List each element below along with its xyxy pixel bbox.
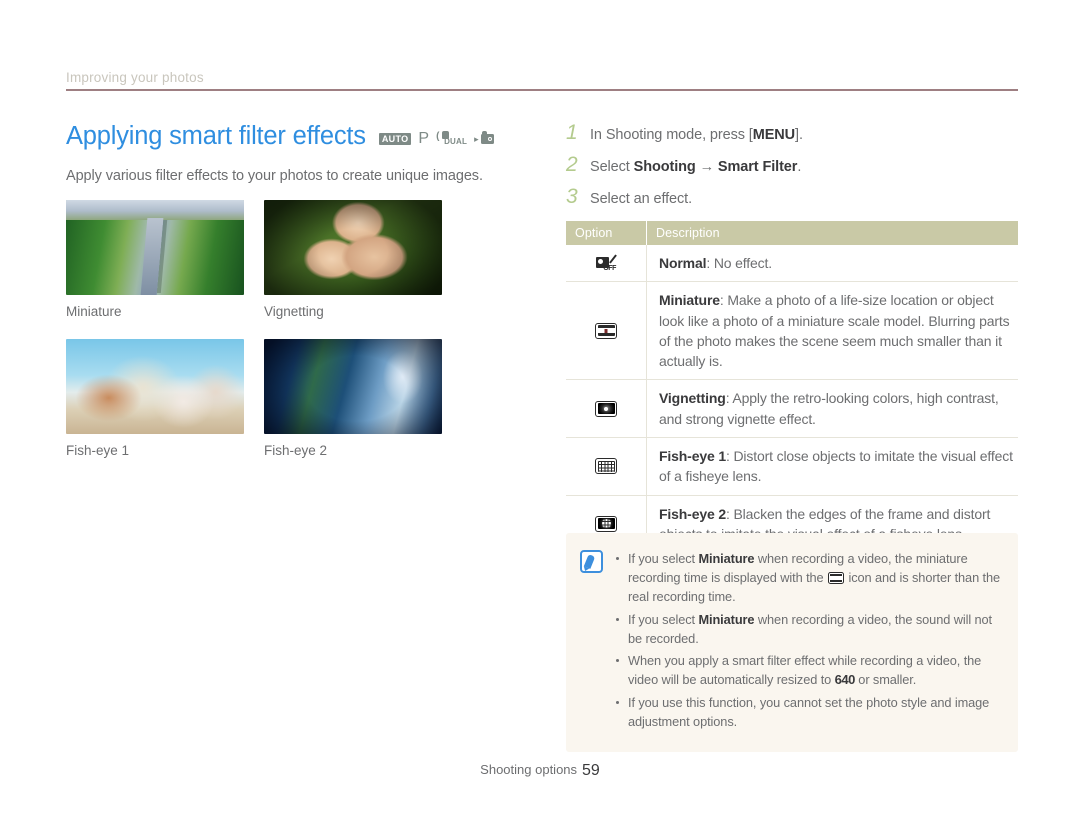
filter-off-icon: OFF [596, 254, 617, 272]
step-text: Select Shooting → Smart Filter. [590, 159, 801, 175]
column-header-description: Description [646, 221, 1018, 245]
step-text-post: . [797, 159, 802, 175]
fisheye1-sample-image [66, 339, 244, 434]
miniature-icon [828, 572, 845, 585]
note-keyword: Miniature [698, 551, 755, 566]
step-text-pre: Select [590, 159, 634, 175]
video-mode-icon: ▸ [474, 130, 494, 144]
page-footer: Shooting options 59 [0, 762, 1080, 780]
options-table-head: Option Description [566, 221, 1018, 245]
video-camera-glyph [480, 130, 494, 144]
step-number: 2 [566, 153, 578, 176]
note-bullet-list: If you select Miniature when recording a… [615, 549, 1002, 734]
note-callout: If you select Miniature when recording a… [566, 533, 1018, 752]
table-row: Vignetting: Apply the retro-looking colo… [566, 379, 1018, 439]
running-head-label: Improving your photos [66, 70, 204, 85]
note-text-pre: When you apply a smart filter effect whi… [628, 652, 982, 688]
option-description-cell: Normal: No effect. [646, 245, 1018, 283]
step-arrow: → [695, 159, 718, 175]
right-column: 1 In Shooting mode, press [MENU]. 2 Sele… [566, 122, 1018, 554]
sample-caption: Fish-eye 1 [66, 443, 130, 458]
column-header-option: Option [566, 221, 647, 245]
page-title: Applying smart filter effects [66, 122, 366, 150]
instruction-steps: 1 In Shooting mode, press [MENU]. 2 Sele… [566, 122, 1018, 207]
options-table-body: OFF Normal: No effect. Miniature: Make a… [566, 245, 1018, 554]
fisheye2-icon [595, 515, 617, 532]
step-text: Select an effect. [590, 191, 693, 207]
miniature-sample-image [66, 200, 244, 295]
options-table: Option Description OFF Normal: No effect… [566, 221, 1018, 554]
table-row: Miniature: Make a photo of a life-size l… [566, 281, 1018, 381]
running-head: Improving your photos [66, 70, 1018, 91]
note-bullet: When you apply a smart filter effect whi… [615, 651, 1002, 690]
fisheye1-icon [595, 458, 617, 475]
option-name: Fish-eye 2 [659, 505, 726, 522]
sample-photo-grid: Miniature Vignetting Fish-eye 1 Fish-eye… [66, 200, 466, 478]
running-head-rule [66, 89, 1018, 91]
sample-caption: Miniature [66, 304, 122, 319]
step-keyword-2: Smart Filter [717, 159, 798, 175]
sample-miniature: Miniature [66, 200, 244, 331]
note-bullet: If you select Miniature when recording a… [615, 549, 1002, 607]
step-text-pre: In Shooting mode, press [ [590, 127, 753, 143]
sample-photo-row: Miniature Vignetting [66, 200, 466, 331]
left-column: Applying smart filter effects AUTO P DUA… [66, 122, 536, 184]
note-keyword: Miniature [698, 611, 755, 627]
table-row: OFF Normal: No effect. [566, 245, 1018, 283]
note-bullet: If you use this function, you cannot set… [615, 693, 1002, 731]
option-icon-cell [566, 281, 647, 381]
step-keyword: MENU [752, 127, 796, 143]
dual-is-hand-glyph [441, 131, 449, 139]
section-title-row: Applying smart filter effects AUTO P DUA… [66, 122, 536, 151]
option-icon-cell: OFF [566, 245, 647, 283]
vignetting-icon [595, 400, 617, 417]
option-text: : No effect. [706, 255, 772, 271]
option-name: Miniature [659, 292, 720, 309]
footer-label: Shooting options [480, 762, 578, 777]
sample-vignetting: Vignetting [264, 200, 442, 331]
note-bullet: If you select Miniature when recording a… [615, 610, 1002, 648]
step-1: 1 In Shooting mode, press [MENU]. [566, 122, 1018, 143]
step-number: 3 [566, 185, 578, 208]
option-description-cell: Fish-eye 1: Distort close objects to imi… [646, 437, 1018, 496]
step-text: In Shooting mode, press [MENU]. [590, 127, 803, 143]
sample-caption: Vignetting [264, 304, 324, 319]
option-name: Fish-eye 1 [659, 448, 726, 465]
sample-caption: Fish-eye 2 [264, 443, 328, 458]
note-text-pre: If you use this function, you cannot set… [628, 694, 990, 729]
step-keyword: Shooting [633, 159, 696, 175]
section-intro: Apply various filter effects to your pho… [66, 168, 483, 184]
sample-photo-row: Fish-eye 1 Fish-eye 2 [66, 339, 466, 470]
option-description-cell: Vignetting: Apply the retro-looking colo… [646, 379, 1018, 439]
program-mode-icon: P [418, 130, 430, 147]
option-icon-cell [566, 379, 647, 439]
sample-fisheye1: Fish-eye 1 [66, 339, 244, 470]
option-description-cell: Miniature: Make a photo of a life-size l… [646, 281, 1018, 381]
mode-icon-group: AUTO P DUAL ▸ [378, 126, 494, 147]
table-header-row: Option Description [566, 221, 1018, 245]
step-number: 1 [566, 121, 578, 144]
step-2: 2 Select Shooting → Smart Filter. [566, 154, 1018, 175]
dual-is-mode-icon: DUAL [436, 131, 467, 146]
vignetting-sample-image [264, 200, 442, 295]
fisheye2-sample-image [264, 339, 442, 434]
table-row: Fish-eye 1: Distort close objects to imi… [566, 437, 1018, 496]
step-text-post: ]. [795, 127, 803, 143]
note-text-post: or smaller. [854, 672, 917, 688]
option-name: Normal [659, 255, 707, 271]
note-text-pre: If you select [628, 611, 699, 627]
resolution-640-icon: 640 [834, 672, 856, 688]
page-number: 59 [582, 762, 600, 779]
step-3: 3 Select an effect. [566, 186, 1018, 207]
miniature-icon [595, 322, 617, 339]
note-pen-icon [580, 550, 603, 573]
option-name: Vignetting [659, 390, 726, 407]
option-icon-cell [566, 437, 647, 496]
note-text-pre: If you select [628, 551, 699, 566]
sample-fisheye2: Fish-eye 2 [264, 339, 442, 470]
auto-mode-icon: AUTO [378, 133, 412, 145]
